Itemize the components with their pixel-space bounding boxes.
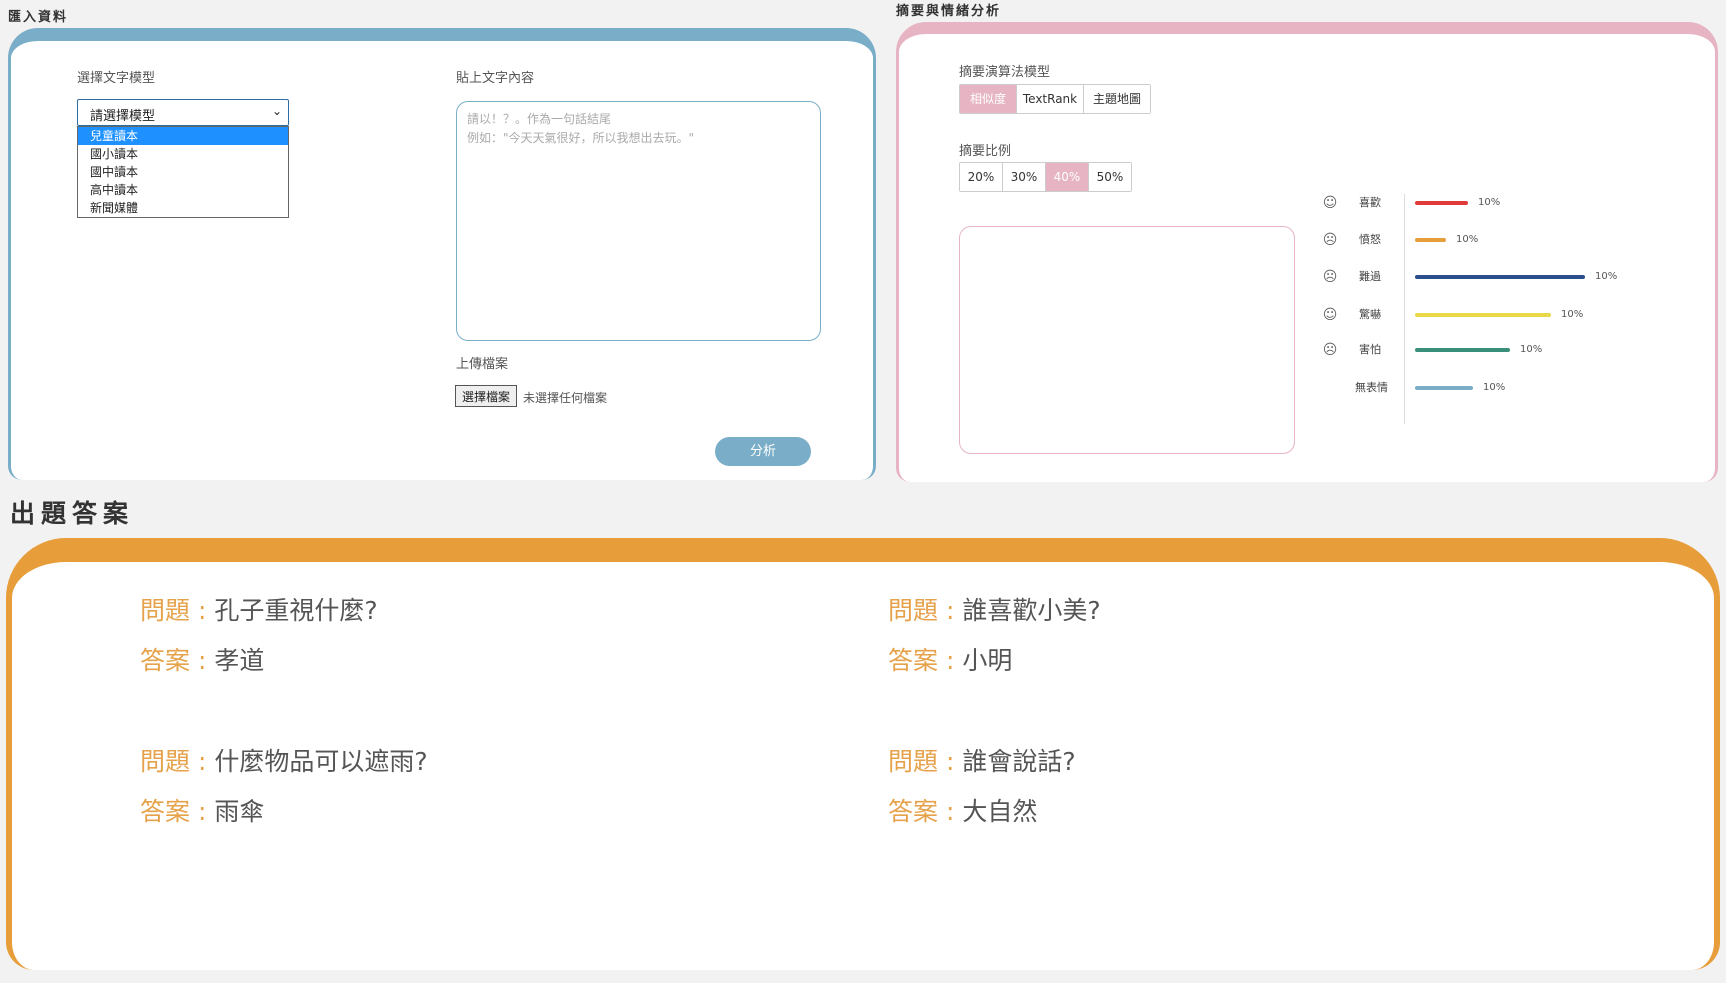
model-option[interactable]: 國中讀本 [78,163,288,181]
emotion-name: 喜歡 [1359,196,1381,209]
summary-panel: 摘要演算法模型 相似度 TextRank 主題地圖 摘要比例 20% 30% 4… [896,22,1718,482]
algorithm-option-textrank[interactable]: TextRank [1017,85,1084,113]
qa-answer: 答案 : 孝道 [140,646,265,675]
emotion-name: 難過 [1359,270,1381,283]
model-option[interactable]: 兒童讀本 [78,127,288,145]
text-input[interactable]: 請以！？。作為一句話結尾 例如："今天天氣很好，所以我想出去玩。" [456,101,821,341]
emotion-row: 無表情 10% [1319,378,1699,398]
qa-answer: 答案 : 雨傘 [140,797,265,826]
question-key: 問題 [888,596,939,625]
question-text: 誰喜歡小美? [962,596,1101,625]
emotion-pct: 10% [1561,309,1584,320]
analyze-button[interactable]: 分析 [715,437,811,466]
answer-text: 雨傘 [214,797,265,826]
ratio-option-20[interactable]: 20% [960,163,1003,191]
emotion-pct: 10% [1483,382,1506,393]
question-text: 誰會說話? [962,747,1076,776]
emotion-bar [1415,238,1446,242]
answer-text: 大自然 [962,797,1038,826]
import-panel: 選擇文字模型 請選擇模型 ⌄ 兒童讀本 國小讀本 國中讀本 高中讀本 新聞媒體 … [8,28,876,480]
summary-section-title: 摘要與情緒分析 [896,4,1002,19]
question-key: 問題 [888,747,939,776]
model-option[interactable]: 高中讀本 [78,181,288,199]
emotion-bar [1415,313,1551,317]
answer-key: 答案 [140,797,191,826]
question-key: 問題 [140,747,191,776]
emotion-row: ☹ 難過 10% [1319,267,1699,287]
model-dropdown-list: 兒童讀本 國小讀本 國中讀本 高中讀本 新聞媒體 [77,126,289,218]
sad-face-icon: ☹ [1322,269,1338,285]
model-select[interactable]: 請選擇模型 ⌄ [77,99,289,126]
upload-label: 上傳檔案 [456,357,509,372]
qa-question: 問題 : 誰會說話? [888,747,1076,776]
qa-question: 問題 : 誰喜歡小美? [888,596,1101,625]
ratio-option-50[interactable]: 50% [1089,163,1131,191]
qa-question: 問題 : 孔子重視什麼? [140,596,378,625]
emotion-bar [1415,386,1473,390]
import-section-title: 匯入資料 [8,10,69,25]
emotion-name: 無表情 [1355,381,1388,394]
text-input-placeholder-line1: 請以！？。作為一句話結尾 [467,112,612,126]
algorithm-label: 摘要演算法模型 [959,65,1051,80]
algorithm-selector: 相似度 TextRank 主題地圖 [959,84,1151,114]
answer-key: 答案 [888,797,939,826]
emotion-bar [1415,275,1585,279]
ratio-option-40[interactable]: 40% [1046,163,1089,191]
qa-answer: 答案 : 小明 [888,646,1013,675]
scared-face-icon: ☺ [1322,307,1338,323]
qa-panel: 問題 : 孔子重視什麼? 答案 : 孝道 問題 : 誰喜歡小美? 答案 : 小明… [6,538,1720,970]
question-key: 問題 [140,596,191,625]
model-select-value: 請選擇模型 [90,109,156,124]
chevron-down-icon: ⌄ [271,104,282,118]
qa-answer: 答案 : 大自然 [888,797,1038,826]
angry-face-icon: ☹ [1322,232,1338,248]
emotion-bar [1415,201,1468,205]
emotion-name: 害怕 [1359,343,1381,356]
emotion-pct: 10% [1478,197,1501,208]
emotion-row: ☺ 喜歡 10% [1319,193,1699,213]
ratio-selector: 20% 30% 40% 50% [959,162,1132,192]
model-option[interactable]: 新聞媒體 [78,199,288,217]
summary-output [959,226,1295,454]
model-label: 選擇文字模型 [77,71,156,86]
emotion-name: 驚嚇 [1359,308,1381,321]
emotion-pct: 10% [1595,271,1618,282]
emotion-row: ☺ 驚嚇 10% [1319,305,1699,325]
text-input-placeholder-line2: 例如："今天天氣很好，所以我想出去玩。" [467,131,695,145]
model-option[interactable]: 國小讀本 [78,145,288,163]
answer-text: 小明 [962,646,1013,675]
emotion-pct: 10% [1520,344,1543,355]
answer-text: 孝道 [214,646,265,675]
qa-question: 問題 : 什麼物品可以遮雨? [140,747,428,776]
question-text: 孔子重視什麼? [214,596,378,625]
emotion-bar [1415,348,1510,352]
emotion-row: ☹ 害怕 10% [1319,340,1699,360]
answer-key: 答案 [888,646,939,675]
qa-section-title: 出題答案 [10,499,135,528]
algorithm-option-topic-map[interactable]: 主題地圖 [1084,85,1150,113]
answer-key: 答案 [140,646,191,675]
choose-file-button[interactable]: 選擇檔案 [455,385,517,407]
paste-label: 貼上文字內容 [456,71,535,86]
fear-face-icon: ☹ [1322,342,1338,358]
ratio-option-30[interactable]: 30% [1003,163,1046,191]
ratio-label: 摘要比例 [959,144,1012,159]
emotion-pct: 10% [1456,234,1479,245]
happy-face-icon: ☺ [1322,195,1338,211]
question-text: 什麼物品可以遮雨? [214,747,428,776]
algorithm-option-similarity[interactable]: 相似度 [960,85,1017,113]
file-status: 未選擇任何檔案 [523,391,608,405]
emotion-row: ☹ 憤怒 10% [1319,230,1699,250]
emotion-name: 憤怒 [1359,233,1381,246]
